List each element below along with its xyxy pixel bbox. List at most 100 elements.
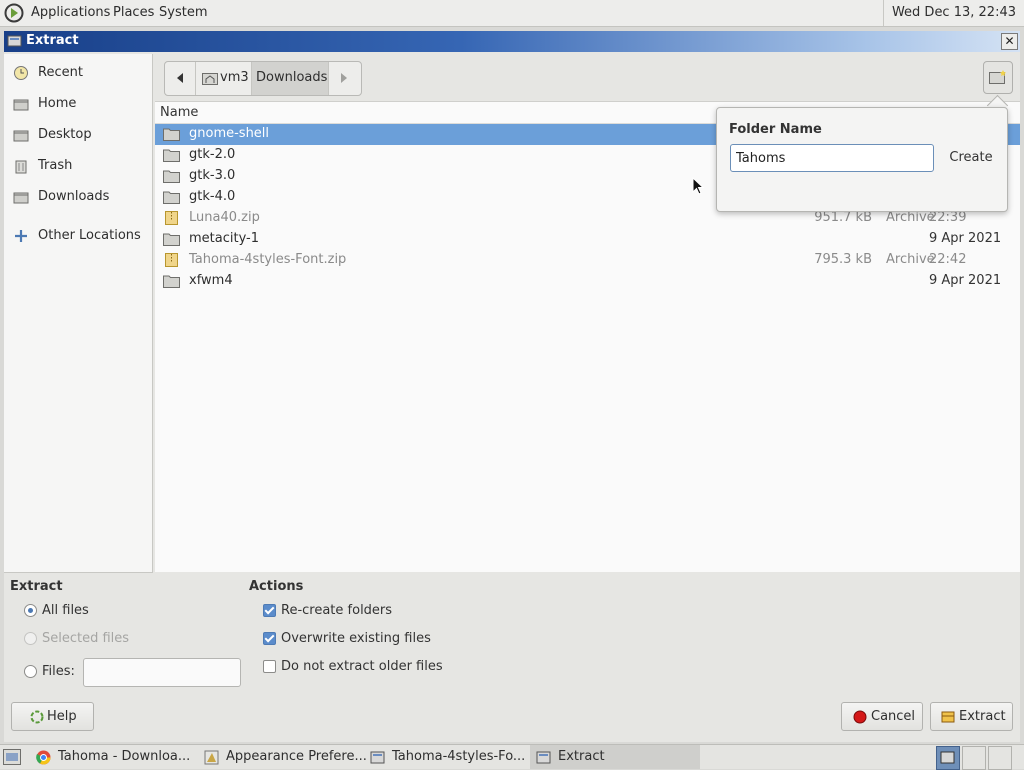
chevron-left-icon (177, 73, 183, 83)
workspace-1[interactable] (936, 746, 960, 770)
taskbar: Tahoma - Downloa... Appearance Prefere..… (0, 744, 1024, 770)
file-name: gnome-shell (189, 126, 270, 141)
sidebar-item-recent[interactable]: Recent (4, 60, 152, 88)
file-modified: 9 Apr 2021 (929, 273, 1002, 288)
folder-icon (163, 149, 180, 162)
file-name: Tahoma-4styles-Font.zip (189, 252, 347, 267)
file-name: gtk-4.0 (189, 189, 236, 204)
all-files-label[interactable]: All files (42, 603, 89, 618)
file-name: Luna40.zip (189, 210, 260, 225)
recreate-folders-label[interactable]: Re-create folders (281, 603, 392, 618)
column-name-header[interactable]: Name (160, 105, 198, 120)
overwrite-existing-label[interactable]: Overwrite existing files (281, 631, 431, 646)
files-pattern-input[interactable] (83, 658, 241, 687)
selected-files-radio (24, 632, 37, 645)
archive-manager-icon (536, 751, 551, 764)
files-radio[interactable] (24, 665, 37, 678)
top-panel: Applications Places System Wed Dec 13, 2… (0, 0, 1024, 27)
path-segment-downloads[interactable]: Downloads (252, 62, 329, 95)
file-size: 951.7 kB (814, 210, 872, 225)
trash-icon (15, 160, 27, 174)
taskbar-item-appearance[interactable]: Appearance Prefere... (198, 745, 367, 769)
clock[interactable]: Wed Dec 13, 22:43 (882, 0, 1024, 26)
sidebar-item-label: Desktop (38, 127, 92, 142)
mouse-cursor-icon (692, 177, 704, 195)
stop-icon (853, 710, 867, 724)
sidebar-item-trash[interactable]: Trash (4, 153, 152, 181)
overwrite-existing-checkbox[interactable] (263, 632, 276, 645)
archive-icon (7, 35, 22, 47)
system-menu[interactable]: System (159, 5, 207, 20)
path-segment-home[interactable]: vm3 (196, 62, 252, 95)
no-extract-older-checkbox[interactable] (263, 660, 276, 673)
cancel-label: Cancel (871, 709, 916, 724)
path-back-button[interactable] (165, 62, 196, 95)
sidebar-item-desktop[interactable]: Desktop (4, 122, 152, 150)
close-button[interactable]: ✕ (1001, 33, 1018, 50)
workspace-2[interactable] (962, 746, 986, 770)
recreate-folders-checkbox[interactable] (263, 604, 276, 617)
create-button[interactable]: Create (945, 144, 997, 172)
taskbar-item-extract[interactable]: Extract (530, 745, 700, 769)
files-label[interactable]: Files: (42, 664, 75, 679)
sidebar-item-label: Other Locations (38, 228, 141, 243)
applications-menu[interactable]: Applications (31, 5, 110, 20)
chevron-right-icon (341, 73, 347, 83)
sidebar-item-downloads[interactable]: Downloads (4, 184, 152, 212)
archive-file-icon (165, 253, 178, 267)
file-row[interactable]: xfwm4 9 Apr 2021 (155, 271, 1020, 292)
extract-button[interactable]: Extract (930, 702, 1013, 731)
appearance-icon (204, 750, 219, 765)
cancel-button[interactable]: Cancel (841, 702, 923, 731)
help-button[interactable]: Help (11, 702, 94, 731)
file-row[interactable]: Tahoma-4styles-Font.zip 795.3 kB Archive… (155, 250, 1020, 271)
sidebar-item-other-locations[interactable]: Other Locations (4, 223, 152, 251)
window-titlebar[interactable]: Extract ✕ (4, 31, 1020, 52)
file-modified: 22:42 (929, 252, 967, 267)
popover-title: Folder Name (729, 122, 822, 137)
sidebar-item-label: Downloads (38, 189, 110, 204)
extract-section-title: Extract (10, 579, 63, 594)
chrome-icon (36, 750, 51, 765)
folder-icon (163, 233, 180, 246)
sidebar-item-label: Home (38, 96, 77, 111)
selected-files-label: Selected files (42, 631, 130, 646)
archive-manager-icon (370, 751, 385, 764)
taskbar-item-archive[interactable]: Tahoma-4styles-Fo... (364, 745, 529, 769)
create-folder-button[interactable] (983, 61, 1013, 94)
file-row[interactable]: metacity-1 9 Apr 2021 (155, 229, 1020, 250)
file-name: metacity-1 (189, 231, 260, 246)
places-menu[interactable]: Places (113, 5, 154, 20)
distro-logo-icon[interactable] (4, 3, 24, 23)
places-sidebar: Recent Home Desktop Trash Downloads Othe… (4, 54, 153, 573)
extract-archive-icon (941, 711, 955, 723)
path-forward-button[interactable] (329, 62, 361, 95)
sidebar-item-label: Recent (38, 65, 83, 80)
path-bar: vm3 Downloads (164, 61, 362, 96)
clock-icon (14, 66, 28, 80)
home-folder-icon (202, 73, 218, 85)
downloads-icon (13, 192, 29, 204)
archive-file-icon (165, 211, 178, 225)
plus-icon (15, 230, 27, 242)
home-icon (13, 99, 29, 111)
file-name: gtk-3.0 (189, 168, 236, 183)
file-type: Archive (886, 210, 935, 225)
no-extract-older-label[interactable]: Do not extract older files (281, 659, 443, 674)
help-label: Help (47, 709, 77, 724)
file-type: Archive (886, 252, 935, 267)
file-name: gtk-2.0 (189, 147, 236, 162)
taskbar-item-browser[interactable]: Tahoma - Downloa... (30, 745, 195, 769)
folder-name-input[interactable] (730, 144, 934, 172)
path-segment-label: vm3 (220, 70, 249, 85)
file-name: xfwm4 (189, 273, 233, 288)
folder-icon (163, 191, 180, 204)
extract-label: Extract (959, 709, 1006, 724)
all-files-radio[interactable] (24, 604, 37, 617)
new-folder-popover: Folder Name Create (716, 107, 1008, 212)
sidebar-item-home[interactable]: Home (4, 91, 152, 119)
close-icon: ✕ (1004, 34, 1015, 48)
sidebar-item-label: Trash (38, 158, 73, 173)
show-desktop-icon[interactable] (3, 749, 21, 765)
workspace-3[interactable] (988, 746, 1012, 770)
